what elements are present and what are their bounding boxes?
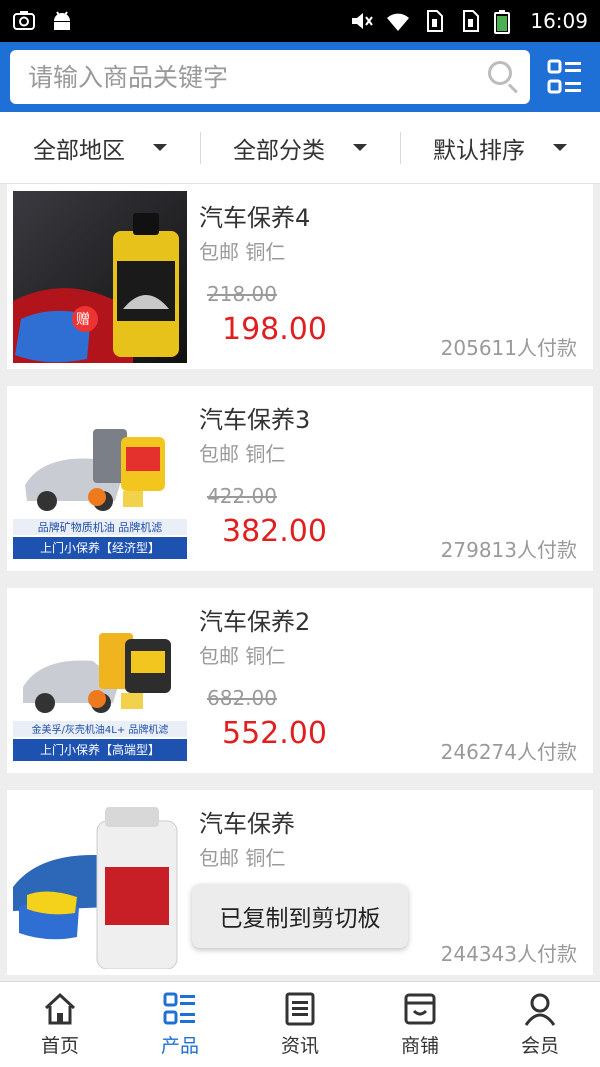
- nav-products-label: 产品: [160, 1035, 199, 1057]
- product-title: 汽车保养2: [199, 608, 311, 636]
- bottom-nav: 首页 产品 资讯 商铺 会员: [0, 981, 600, 1067]
- search-box[interactable]: [10, 50, 530, 104]
- filter-category-label: 全部分类: [233, 137, 325, 164]
- caret-down-icon: [553, 144, 567, 151]
- product-image: 品牌矿物质机油 品牌机滤 上门小保养【经济型】: [13, 393, 187, 565]
- filter-category[interactable]: 全部分类: [200, 128, 400, 168]
- mute-icon: [350, 10, 374, 32]
- product-price: 552.00: [222, 716, 327, 751]
- product-title: 汽车保养3: [199, 406, 311, 434]
- member-icon: [522, 991, 558, 1027]
- status-bar: 16:09: [0, 0, 600, 42]
- nav-shop[interactable]: 商铺: [360, 982, 480, 1067]
- caret-down-icon: [353, 144, 367, 151]
- product-shipping: 包邮 铜仁: [199, 846, 286, 870]
- product-item[interactable]: 赠 汽车保养4 包邮 铜仁 218.00 198.00 205611人付款: [7, 184, 593, 369]
- promo-line2: 上门小保养【高端型】: [13, 739, 187, 761]
- filter-sort-label: 默认排序: [433, 137, 525, 164]
- search-icon[interactable]: [480, 52, 530, 102]
- product-image: 赠: [13, 191, 187, 363]
- nav-home[interactable]: 首页: [0, 982, 120, 1067]
- product-original-price: 682.00: [207, 686, 277, 710]
- nav-news[interactable]: 资讯: [240, 982, 360, 1067]
- product-item[interactable]: 品牌矿物质机油 品牌机滤 上门小保养【经济型】 汽车保养3 包邮 铜仁 422.…: [7, 386, 593, 571]
- product-price: 198.00: [222, 312, 327, 347]
- filter-sort[interactable]: 默认排序: [400, 128, 600, 168]
- product-image: 金美孚/灰壳机油4L+ 品牌机滤 上门小保养【高端型】: [13, 595, 187, 767]
- product-sales-count: 244343人付款: [440, 942, 577, 966]
- news-icon: [282, 991, 318, 1027]
- battery-icon: [494, 10, 518, 34]
- product-title: 汽车保养4: [199, 204, 311, 232]
- promo-line1: 品牌矿物质机油 品牌机滤: [13, 519, 187, 535]
- product-shipping: 包邮 铜仁: [199, 644, 286, 668]
- top-header: [0, 42, 600, 112]
- nav-member-label: 会员: [520, 1035, 559, 1057]
- product-title: 汽车保养: [199, 810, 295, 838]
- search-input[interactable]: [28, 62, 480, 92]
- product-image: [13, 797, 187, 969]
- shop-icon: [402, 991, 438, 1027]
- sim1-icon: [422, 10, 446, 32]
- product-original-price: 422.00: [207, 484, 277, 508]
- nav-news-label: 资讯: [280, 1035, 319, 1057]
- sim2-icon: [458, 10, 482, 32]
- filter-region[interactable]: 全部地区: [0, 128, 200, 168]
- caret-down-icon: [153, 144, 167, 151]
- nav-products[interactable]: 产品: [120, 982, 240, 1067]
- promo-line2: 上门小保养【经济型】: [13, 537, 187, 559]
- product-sales-count: 279813人付款: [440, 538, 577, 562]
- wifi-icon: [386, 10, 410, 32]
- filter-region-label: 全部地区: [33, 137, 125, 164]
- home-icon: [42, 991, 78, 1027]
- nav-shop-label: 商铺: [400, 1035, 439, 1057]
- product-sales-count: 205611人付款: [440, 336, 577, 360]
- nav-home-label: 首页: [40, 1035, 79, 1057]
- status-time: 16:09: [530, 9, 588, 33]
- product-list-icon: [162, 991, 198, 1027]
- status-left: [12, 10, 74, 32]
- toast-message: 已复制到剪切板: [192, 884, 408, 948]
- screenshot-icon: [12, 10, 36, 32]
- product-list[interactable]: 赠 汽车保养4 包邮 铜仁 218.00 198.00 205611人付款 品牌…: [0, 184, 600, 981]
- product-price: 382.00: [222, 514, 327, 549]
- nav-member[interactable]: 会员: [480, 982, 600, 1067]
- product-shipping: 包邮 铜仁: [199, 240, 286, 264]
- product-shipping: 包邮 铜仁: [199, 442, 286, 466]
- gift-tag: 赠: [76, 312, 90, 328]
- list-menu-icon[interactable]: [545, 57, 585, 97]
- product-sales-count: 246274人付款: [440, 740, 577, 764]
- product-item[interactable]: 金美孚/灰壳机油4L+ 品牌机滤 上门小保养【高端型】 汽车保养2 包邮 铜仁 …: [7, 588, 593, 773]
- promo-line1: 金美孚/灰壳机油4L+ 品牌机滤: [13, 721, 187, 737]
- status-right: 16:09: [350, 9, 588, 34]
- product-original-price: 218.00: [207, 282, 277, 306]
- android-icon: [50, 10, 74, 32]
- filter-bar: 全部地区 全部分类 默认排序: [0, 112, 600, 184]
